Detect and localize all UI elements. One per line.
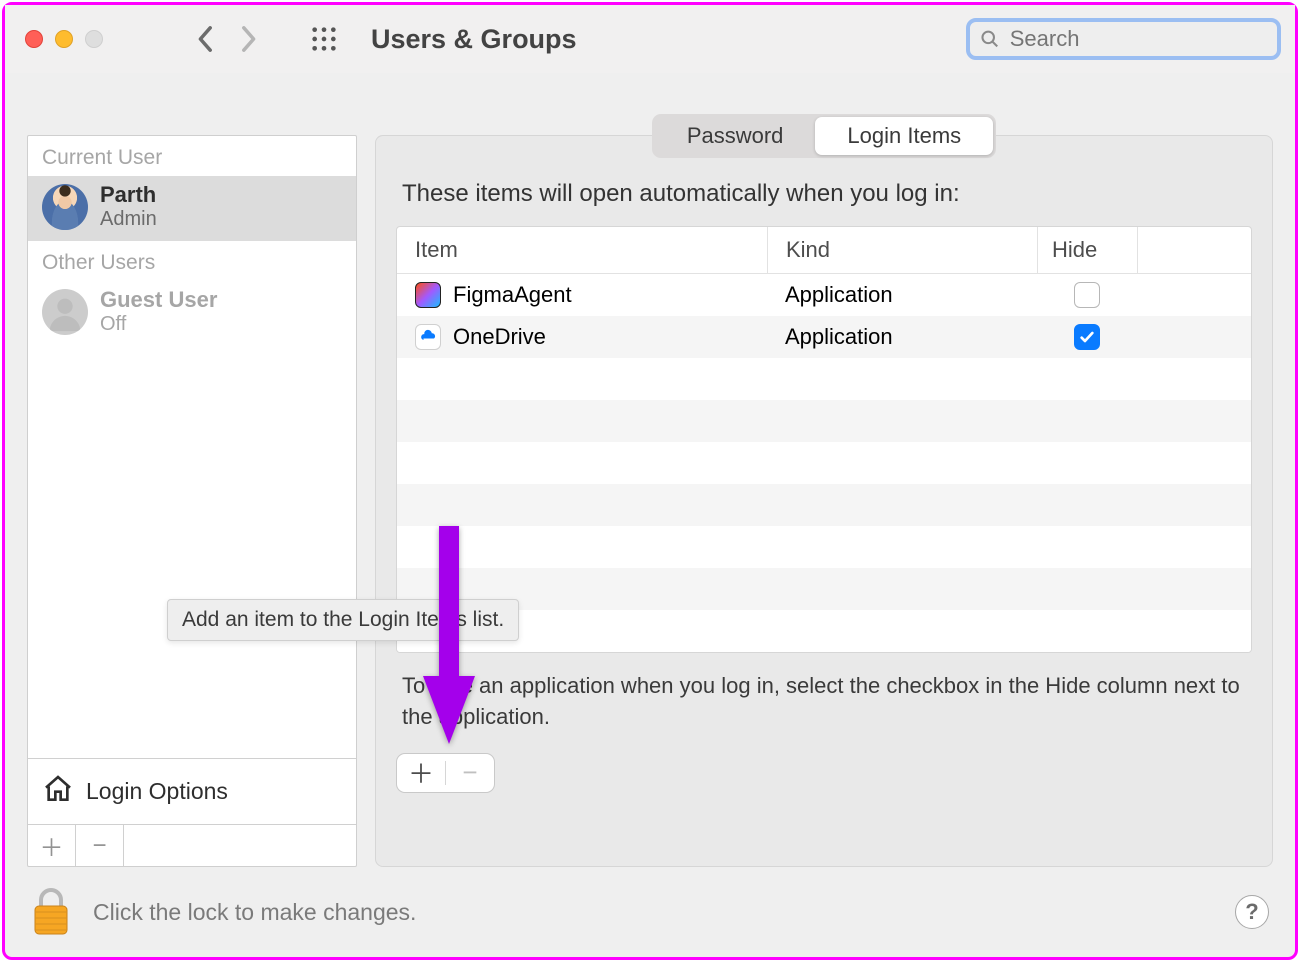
table-row: [397, 358, 1251, 400]
login-items-heading: These items will open automatically when…: [402, 180, 1246, 208]
item-kind: Application: [767, 282, 1037, 308]
item-name: OneDrive: [453, 324, 546, 350]
table-row: [397, 442, 1251, 484]
avatar: [42, 289, 88, 335]
lock-hint: Click the lock to make changes.: [93, 899, 416, 926]
close-window-button[interactable]: [25, 30, 43, 48]
app-icon: [415, 282, 441, 308]
tab-password[interactable]: Password: [655, 117, 816, 155]
user-name: Guest User: [100, 287, 217, 313]
home-icon: [42, 773, 74, 810]
user-name: Parth: [100, 182, 157, 208]
col-hide[interactable]: Hide: [1037, 227, 1137, 273]
back-button[interactable]: [187, 20, 225, 58]
minimize-window-button[interactable]: [55, 30, 73, 48]
user-row-guest[interactable]: Guest User Off: [28, 281, 356, 346]
add-user-button[interactable]: ＋: [28, 825, 76, 866]
toolbar: Users & Groups: [5, 5, 1295, 73]
table-row: [397, 568, 1251, 610]
footer: Click the lock to make changes. ?: [5, 867, 1295, 957]
login-options-label: Login Options: [86, 778, 228, 805]
search-field[interactable]: [966, 18, 1281, 60]
add-login-item-button[interactable]: ＋: [397, 754, 445, 792]
sidebar-add-remove: ＋ −: [28, 824, 356, 866]
table-row[interactable]: OneDrive Application: [397, 316, 1251, 358]
login-options-button[interactable]: Login Options: [28, 758, 356, 824]
main-panel: Password Login Items These items will op…: [375, 135, 1273, 867]
table-row: [397, 484, 1251, 526]
users-sidebar: Current User Parth Admin Other Users Gue…: [27, 135, 357, 867]
window-title: Users & Groups: [371, 24, 577, 55]
avatar: [42, 184, 88, 230]
show-all-button[interactable]: [307, 22, 341, 56]
forward-button: [229, 20, 267, 58]
table-row: [397, 610, 1251, 652]
lock-button[interactable]: [31, 886, 71, 938]
hide-checkbox[interactable]: [1074, 282, 1100, 308]
annotation-arrow-icon: [419, 526, 479, 751]
window-controls: [25, 30, 103, 48]
login-items-table: Item Kind Hide FigmaAgentApplicationOneD…: [396, 226, 1252, 653]
app-icon: [415, 324, 441, 350]
item-kind: Application: [767, 324, 1037, 350]
table-row: [397, 400, 1251, 442]
remove-login-item-button[interactable]: −: [446, 754, 494, 792]
user-row-current[interactable]: Parth Admin: [28, 176, 356, 241]
section-other-users: Other Users: [28, 241, 356, 281]
search-input[interactable]: [1010, 26, 1267, 52]
remove-user-button[interactable]: −: [76, 825, 124, 866]
tab-login-items[interactable]: Login Items: [815, 117, 993, 155]
search-icon: [980, 28, 1000, 50]
tabs: Password Login Items: [652, 114, 996, 158]
item-name: FigmaAgent: [453, 282, 572, 308]
col-item[interactable]: Item: [397, 227, 767, 273]
table-header: Item Kind Hide: [397, 227, 1251, 274]
user-role: Admin: [100, 208, 157, 231]
section-current-user: Current User: [28, 136, 356, 176]
col-kind[interactable]: Kind: [767, 227, 1037, 273]
maximize-window-button: [85, 30, 103, 48]
table-row[interactable]: FigmaAgent Application: [397, 274, 1251, 316]
hide-hint: To hide an application when you log in, …: [402, 671, 1246, 733]
hide-checkbox[interactable]: [1074, 324, 1100, 350]
nav-arrows: [187, 20, 267, 58]
login-items-add-remove: ＋ −: [396, 753, 495, 793]
user-role: Off: [100, 313, 217, 336]
table-row: [397, 526, 1251, 568]
help-button[interactable]: ?: [1235, 895, 1269, 929]
